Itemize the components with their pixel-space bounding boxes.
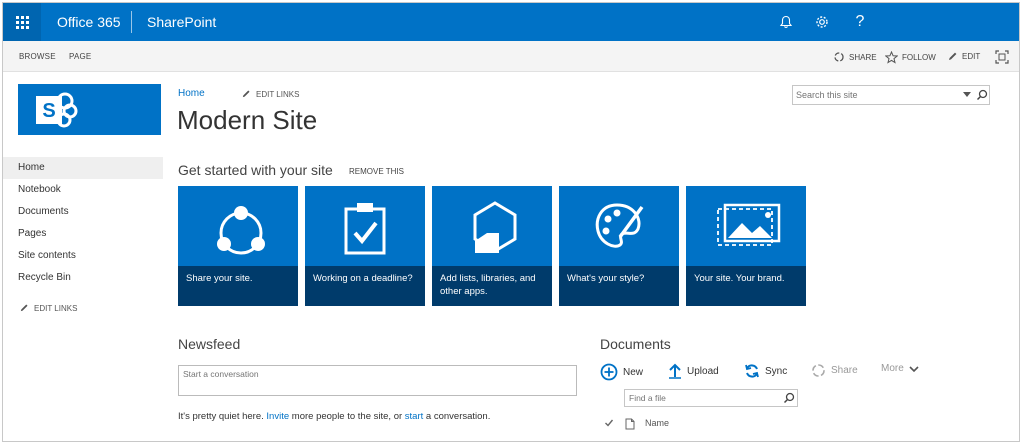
ribbon: BROWSE PAGE SHARE FOLLOW EDIT <box>3 41 1019 72</box>
office365-brand-link[interactable]: Office 365 <box>57 14 121 30</box>
clipboard-check-icon <box>344 203 386 255</box>
share-label: Share <box>831 365 858 376</box>
sync-icon <box>745 364 759 378</box>
help-icon[interactable]: ? <box>849 11 871 33</box>
waffle-icon <box>15 15 29 29</box>
follow-label: FOLLOW <box>902 53 936 62</box>
edit-links-label: EDIT LINKS <box>256 89 300 99</box>
share-sync-icon <box>812 364 825 377</box>
top-nav-home[interactable]: Home <box>178 88 205 99</box>
notifications-bell-icon[interactable] <box>775 11 797 33</box>
documents-heading: Documents <box>600 336 671 352</box>
star-icon <box>885 51 898 64</box>
share-document-button[interactable]: Share <box>811 363 858 378</box>
search-icon[interactable] <box>976 89 988 101</box>
edit-page-button[interactable]: EDIT <box>947 51 980 62</box>
sharepoint-window: Office 365 SharePoint ? BROWSE PAGE SHAR… <box>2 2 1020 442</box>
quicklaunch-edit-links[interactable]: EDIT LINKS <box>19 303 77 313</box>
svg-text:S: S <box>42 100 55 122</box>
tile-caption: Your site. Your brand. <box>686 266 806 306</box>
quick-launch-nav: Home Notebook Documents Pages Site conte… <box>3 157 163 289</box>
brand-image-icon <box>717 203 781 246</box>
suite-divider <box>131 11 132 33</box>
share-sync-icon <box>834 52 844 62</box>
upload-button[interactable]: Upload <box>668 363 719 379</box>
tile-whats-your-style[interactable]: What's your style? <box>559 186 679 306</box>
pencil-icon <box>20 304 28 312</box>
palette-icon <box>595 203 644 248</box>
nav-item-documents[interactable]: Documents <box>3 201 163 223</box>
apps-hexagon-icon <box>473 201 517 253</box>
newsfeed-post-box <box>178 365 577 396</box>
tile-caption: What's your style? <box>559 266 679 306</box>
tile-share-site[interactable]: Share your site. <box>178 186 298 306</box>
site-logo[interactable]: S <box>18 84 161 135</box>
sync-label: Sync <box>765 365 788 377</box>
nav-item-site-contents[interactable]: Site contents <box>3 245 163 267</box>
pencil-icon <box>949 52 957 60</box>
search-scope-dropdown-icon[interactable] <box>963 92 971 97</box>
tile-caption: Share your site. <box>178 266 298 306</box>
quiet-text: It's pretty quiet here. <box>178 411 267 422</box>
find-file-box <box>624 389 798 407</box>
sharepoint-logo-icon: S <box>36 92 78 128</box>
column-header-name[interactable]: Name <box>645 418 669 428</box>
chevron-down-icon <box>909 365 919 372</box>
edit-label: EDIT <box>962 52 981 61</box>
search-icon[interactable] <box>783 392 795 404</box>
search-input[interactable] <box>796 88 946 102</box>
sync-button[interactable]: Sync <box>744 363 787 379</box>
invite-link[interactable]: Invite <box>266 411 289 422</box>
tab-page[interactable]: PAGE <box>69 52 91 61</box>
start-conversation-input[interactable] <box>183 369 563 389</box>
more-label: More <box>881 363 904 374</box>
page-title: Modern Site <box>177 105 318 135</box>
share-icon <box>217 206 265 255</box>
upload-label: Upload <box>687 365 719 377</box>
newsfeed-heading: Newsfeed <box>178 336 241 352</box>
share-button[interactable]: SHARE <box>833 51 877 63</box>
nav-item-home[interactable]: Home <box>3 157 163 179</box>
tile-working-on-deadline[interactable]: Working on a deadline? <box>305 186 425 306</box>
quiet-text: a conversation. <box>423 411 491 422</box>
top-nav-edit-links[interactable]: EDIT LINKS <box>241 89 299 99</box>
select-all-checkmark-icon[interactable] <box>604 418 614 428</box>
pencil-icon <box>242 90 250 98</box>
suite-bar: Office 365 SharePoint ? <box>3 3 1019 41</box>
more-menu-button[interactable]: More <box>881 363 919 374</box>
share-label: SHARE <box>849 52 877 62</box>
nav-item-recycle-bin[interactable]: Recycle Bin <box>3 267 163 289</box>
tile-caption: Working on a deadline? <box>305 266 425 306</box>
edit-links-label: EDIT LINKS <box>34 303 78 313</box>
tile-your-brand[interactable]: Your site. Your brand. <box>686 186 806 306</box>
start-conversation-link[interactable]: start <box>405 411 423 422</box>
settings-gear-icon[interactable] <box>811 11 833 33</box>
nav-item-notebook[interactable]: Notebook <box>3 179 163 201</box>
nav-item-pages[interactable]: Pages <box>3 223 163 245</box>
tile-caption: Add lists, libraries, and other apps. <box>432 266 552 306</box>
document-type-icon <box>625 418 635 430</box>
new-document-button[interactable]: New <box>600 363 643 381</box>
find-file-input[interactable] <box>629 392 769 404</box>
app-launcher-button[interactable] <box>3 3 41 41</box>
quiet-text: more people to the site, or <box>289 411 405 422</box>
newsfeed-empty-message: It's pretty quiet here. Invite more peop… <box>178 411 490 422</box>
sharepoint-product-link[interactable]: SharePoint <box>147 14 216 30</box>
tile-add-apps[interactable]: Add lists, libraries, and other apps. <box>432 186 552 306</box>
remove-this-link[interactable]: REMOVE THIS <box>349 167 404 176</box>
site-search-box <box>792 85 990 105</box>
tab-browse[interactable]: BROWSE <box>19 52 56 61</box>
follow-button[interactable]: FOLLOW <box>885 51 936 64</box>
get-started-heading: Get started with your site <box>178 162 333 178</box>
focus-on-content-icon[interactable] <box>995 50 1009 64</box>
new-label: New <box>623 366 644 378</box>
plus-circle-icon <box>600 363 618 381</box>
upload-arrow-icon <box>669 363 681 379</box>
